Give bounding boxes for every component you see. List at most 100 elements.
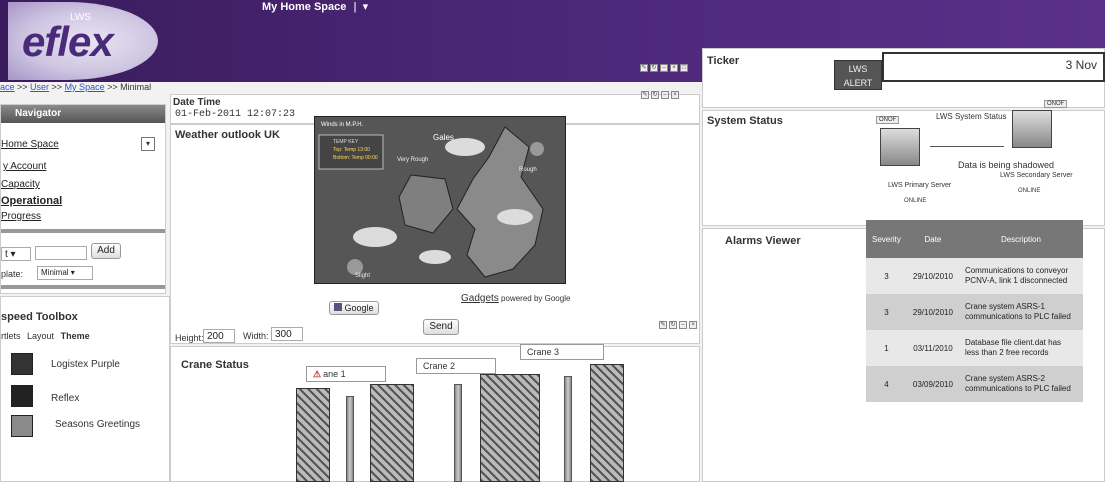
primary-server-label: LWS Primary Server bbox=[888, 182, 952, 189]
refresh-icon[interactable]: ↻ bbox=[651, 91, 659, 99]
col-date[interactable]: Date bbox=[906, 220, 959, 258]
template-select[interactable]: Minimal ▾ bbox=[37, 266, 93, 280]
breadcrumb-current: Minimal bbox=[120, 82, 152, 92]
space-menu-label: My Home Space bbox=[262, 1, 347, 13]
col-severity[interactable]: Severity bbox=[866, 220, 907, 258]
alarm-date: 03/09/2010 bbox=[906, 366, 959, 402]
system-status-title: System Status bbox=[707, 115, 783, 127]
breadcrumb-myspace[interactable]: My Space bbox=[65, 82, 105, 92]
table-row[interactable]: 3 29/10/2010 Communications to conveyor … bbox=[866, 258, 1083, 294]
height-input[interactable]: 200 bbox=[203, 329, 235, 343]
crane-pole bbox=[346, 396, 354, 482]
legend-line-2: Top: Temp 13:00 bbox=[333, 147, 370, 153]
add-type-select[interactable]: t ▾ bbox=[1, 247, 31, 261]
warning-icon: ⚠ bbox=[313, 369, 322, 379]
close-icon[interactable]: × bbox=[670, 64, 678, 72]
alarm-description: Communications to conveyor PCNV-A, link … bbox=[958, 258, 1083, 294]
datetime-value: 01-Feb-2011 12:07:23 bbox=[175, 109, 296, 120]
space-menu[interactable]: My Home Space | ▾ bbox=[262, 0, 368, 13]
reflex-logo[interactable]: LWS eflex bbox=[8, 2, 158, 80]
map-label-rough: Rough bbox=[519, 167, 537, 173]
nav-link-capacity[interactable]: Capacity bbox=[1, 179, 40, 190]
primary-server-icon bbox=[880, 128, 920, 166]
gadgets-link[interactable]: Gadgets bbox=[461, 293, 499, 304]
table-row[interactable]: 1 03/11/2010 Database file client.dat ha… bbox=[866, 330, 1083, 366]
theme-name-reflex[interactable]: Reflex bbox=[51, 393, 79, 404]
tab-theme[interactable]: Theme bbox=[61, 331, 90, 341]
minimize-icon[interactable]: – bbox=[661, 91, 669, 99]
refresh-icon[interactable]: ↻ bbox=[650, 64, 658, 72]
lws-alert-badge: LWS ALERT bbox=[834, 60, 882, 90]
edit-icon[interactable]: ✎ bbox=[640, 64, 648, 72]
alarm-severity: 3 bbox=[866, 294, 907, 330]
crane-pole bbox=[454, 384, 462, 482]
theme-name-logistex[interactable]: Logistex Purple bbox=[51, 359, 120, 370]
home-space-link[interactable]: Home Space bbox=[1, 139, 59, 150]
minimize-icon[interactable]: – bbox=[679, 321, 687, 329]
gadgets-credit: Gadgets powered by Google bbox=[461, 293, 571, 304]
table-row[interactable]: 4 03/09/2010 Crane system ASRS-2 communi… bbox=[866, 366, 1083, 402]
theme-swatch-logistex[interactable] bbox=[11, 353, 33, 375]
close-icon[interactable]: × bbox=[689, 321, 697, 329]
connection-line bbox=[930, 146, 1004, 147]
width-label: Width: bbox=[243, 331, 269, 341]
divider bbox=[1, 229, 165, 233]
table-row[interactable]: 3 29/10/2010 Crane system ASRS-1 communi… bbox=[866, 294, 1083, 330]
maximize-icon[interactable]: □ bbox=[680, 64, 688, 72]
datetime-controls: ✎ ↻ – × bbox=[641, 91, 679, 99]
alarm-date: 29/10/2010 bbox=[906, 294, 959, 330]
nav-link-progress[interactable]: Progress bbox=[1, 211, 41, 222]
edit-icon[interactable]: ✎ bbox=[659, 321, 667, 329]
theme-swatch-seasons[interactable] bbox=[11, 415, 33, 437]
chevron-down-icon: ▾ bbox=[362, 1, 369, 13]
secondary-server-state: ONLINE bbox=[1018, 188, 1041, 194]
map-title: Winds in M.P.H. bbox=[321, 122, 364, 128]
rack-tower bbox=[296, 388, 330, 482]
rack-tower bbox=[480, 374, 540, 482]
rack-tower bbox=[590, 364, 624, 482]
system-status-heading: LWS System Status bbox=[936, 112, 1007, 121]
theme-swatch-reflex[interactable] bbox=[11, 385, 33, 407]
alarm-description: Database file client.dat has less than 2… bbox=[958, 330, 1083, 366]
add-name-input[interactable] bbox=[35, 246, 87, 260]
ticker-title: Ticker bbox=[707, 55, 740, 67]
breadcrumb-space[interactable]: ace bbox=[0, 82, 15, 92]
theme-name-seasons[interactable]: Seasons Greetings bbox=[55, 419, 140, 430]
ticker-bar: 3 Nov bbox=[882, 52, 1105, 82]
crane-title: Crane Status bbox=[181, 359, 249, 371]
primary-server-state: ONLINE bbox=[904, 198, 927, 204]
weather-map: Winds in M.P.H. TEMP KEY Top: Temp 13:00… bbox=[314, 116, 566, 284]
toolbox-panel: speed Toolbox rtlets Layout Theme Logist… bbox=[0, 296, 170, 482]
legend-line-3: Bottom: Temp 00:00 bbox=[333, 155, 378, 161]
alarms-table: Severity Date Description 3 29/10/2010 C… bbox=[866, 220, 1083, 402]
rack-tower bbox=[370, 384, 414, 482]
alarm-severity: 1 bbox=[866, 330, 907, 366]
send-button[interactable]: Send bbox=[423, 319, 459, 335]
alarms-title: Alarms Viewer bbox=[725, 235, 801, 247]
col-description[interactable]: Description bbox=[958, 220, 1083, 258]
map-label-very-rough: Very Rough bbox=[397, 157, 429, 163]
alarm-description: Crane system ASRS-2 communications to PL… bbox=[958, 366, 1083, 402]
secondary-server-label: LWS Secondary Server bbox=[1000, 172, 1073, 179]
alarm-date: 03/11/2010 bbox=[906, 330, 959, 366]
nav-link-operational[interactable]: Operational bbox=[1, 195, 62, 207]
datetime-title: Date Time bbox=[173, 97, 221, 108]
tab-layout[interactable]: Layout bbox=[27, 331, 54, 341]
breadcrumb-user[interactable]: User bbox=[30, 82, 49, 92]
close-icon[interactable]: × bbox=[671, 91, 679, 99]
edit-icon[interactable]: ✎ bbox=[641, 91, 649, 99]
refresh-icon[interactable]: ↻ bbox=[669, 321, 677, 329]
navigator-title: Navigator bbox=[1, 105, 165, 123]
add-button[interactable]: Add bbox=[91, 243, 121, 259]
google-button[interactable]: Google bbox=[329, 301, 379, 315]
toolbox-title: speed Toolbox bbox=[1, 311, 78, 323]
ticker-text: 3 Nov bbox=[1065, 58, 1097, 72]
width-input[interactable]: 300 bbox=[271, 327, 303, 341]
home-space-dropdown[interactable]: ▾ bbox=[141, 137, 155, 151]
map-label-gales: Gales bbox=[433, 133, 454, 142]
minimize-icon[interactable]: – bbox=[660, 64, 668, 72]
nav-link-account[interactable]: y Account bbox=[3, 161, 46, 172]
status-chip-secondary: ONOF bbox=[1044, 100, 1068, 108]
height-label: Height: bbox=[175, 333, 204, 343]
tab-portlets[interactable]: rtlets bbox=[1, 331, 21, 341]
